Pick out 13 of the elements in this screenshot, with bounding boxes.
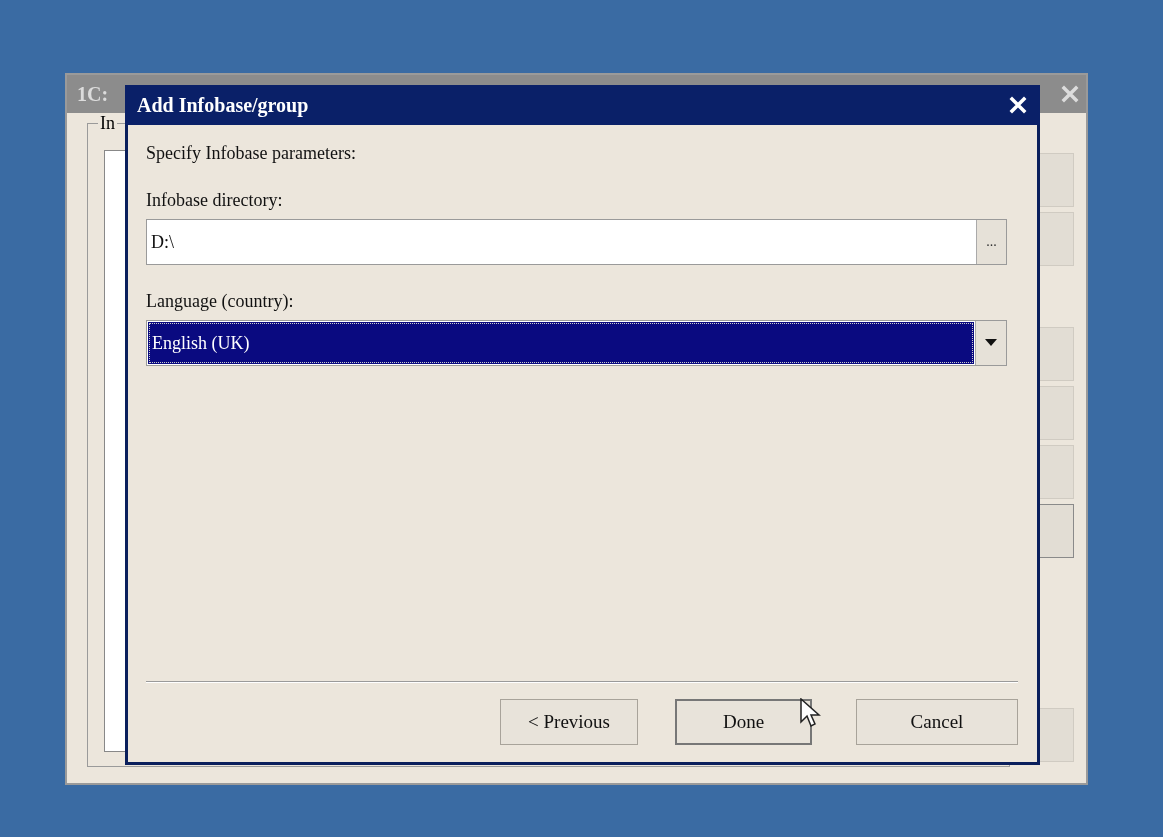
field-value: D:\ [150,230,175,254]
field-label: Infobase directory: [146,190,284,211]
dialog-button[interactable]: Cancel [856,699,1018,745]
dialog-button[interactable]: < Previous [500,699,638,745]
prompt-text: Specify Infobase parameters: [146,143,356,164]
dialog-button[interactable]: Done [675,699,812,745]
browse-button[interactable]: ... [976,220,1006,264]
field-label: Language (country): [146,291,295,312]
dialog-title: Add Infobase/group [137,93,309,117]
path-field[interactable]: D:\ ... [146,219,1007,265]
cursor-icon [800,698,822,728]
close-icon[interactable] [1008,95,1028,115]
window-title: 1C: [77,82,109,106]
